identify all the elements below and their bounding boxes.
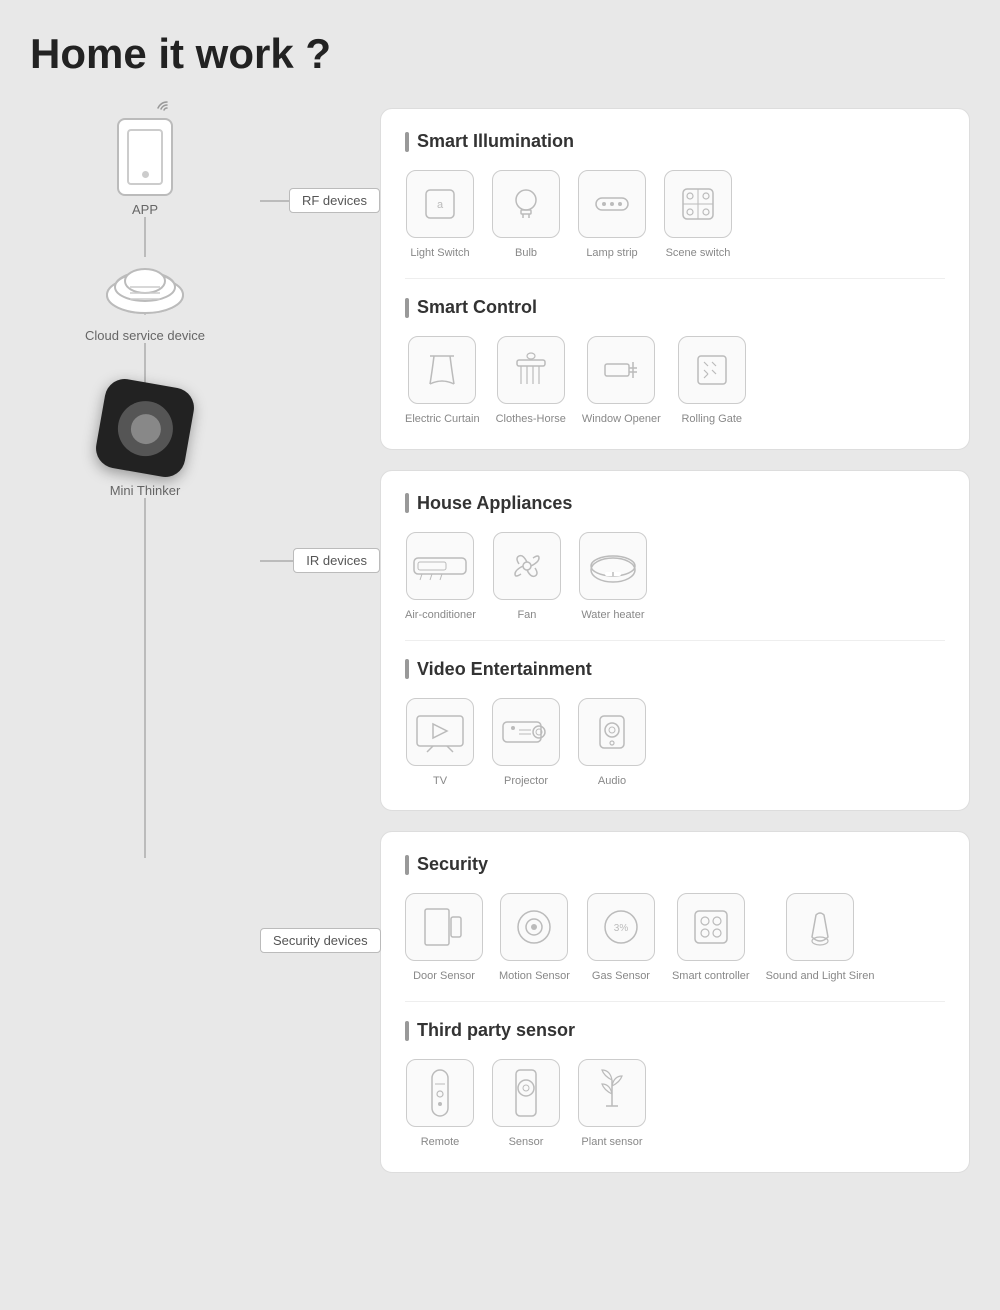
smart-control-devices: Electric Curtain Clothes-Horse Window Op… [405,336,945,426]
page-title: Home it work ? [30,30,970,78]
device-remote: Remote [405,1059,475,1149]
device-door-sensor: Door Sensor [405,893,483,983]
device-gas-sensor: 3% Gas Sensor [586,893,656,983]
house-appliances-title: House Appliances [405,493,945,514]
device-siren: Sound and Light Siren [766,893,875,983]
device-smart-controller: Smart controller [672,893,750,983]
ir-label: IR devices [293,548,380,573]
security-panel: Security Door Sensor Motion Sensor [380,831,970,1173]
smart-illumination-title: Smart Illumination [405,131,945,152]
house-appliances-devices: Air-conditioner Fan Water heater [405,532,945,622]
device-audio: Audio [577,698,647,788]
rf-panel: Smart Illumination a Light Switch Bulb [380,108,970,450]
device-rolling-gate: Rolling Gate [677,336,747,426]
device-scene-switch: Scene switch [663,170,733,260]
video-entertainment-title: Video Entertainment [405,659,945,680]
device-tv: TV [405,698,475,788]
svg-text:3%: 3% [614,923,629,934]
device-motion-sensor: Motion Sensor [499,893,570,983]
third-party-sensor-title: Third party sensor [405,1020,945,1041]
device-clothes-horse: Clothes-Horse [496,336,566,426]
device-bulb: Bulb [491,170,561,260]
svg-text:a: a [437,199,444,211]
ir-panel: House Appliances Air-conditioner Fan [380,470,970,812]
security-devices: Door Sensor Motion Sensor 3% Gas Sensor [405,893,945,983]
video-entertainment-devices: TV Projector Audio [405,698,945,788]
device-window-opener: Window Opener [582,336,661,426]
security-title: Security [405,854,945,875]
device-sensor2: Sensor [491,1059,561,1149]
device-lamp-strip: Lamp strip [577,170,647,260]
security-label: Security devices [260,928,381,953]
device-water-heater: Water heater [578,532,648,622]
device-projector: Projector [491,698,561,788]
rf-label: RF devices [289,188,380,213]
app-device: APP [117,118,173,217]
cloud-device: Cloud service device [85,257,205,343]
mini-thinker-device: Mini Thinker [100,383,190,498]
third-party-devices: Remote Sensor Plant sensor [405,1059,945,1149]
device-ac: Air-conditioner [405,532,476,622]
device-fan: Fan [492,532,562,622]
device-light-switch: a Light Switch [405,170,475,260]
device-curtain: Electric Curtain [405,336,480,426]
illumination-devices: a Light Switch Bulb Lamp strip [405,170,945,260]
smart-control-title: Smart Control [405,297,945,318]
device-plant-sensor: Plant sensor [577,1059,647,1149]
